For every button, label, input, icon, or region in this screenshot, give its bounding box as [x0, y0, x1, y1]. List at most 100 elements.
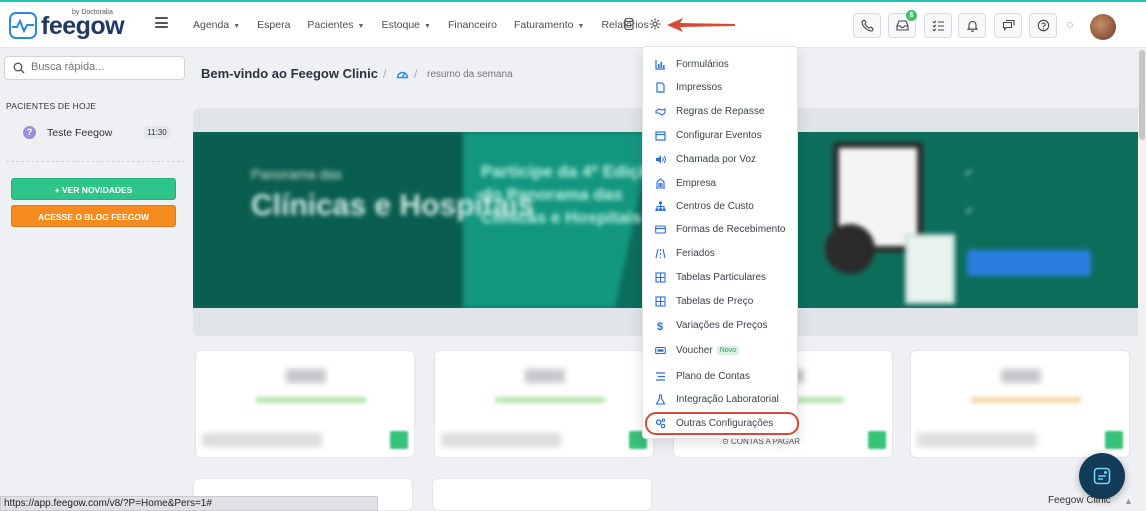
red-arrow-annotation: [667, 18, 735, 32]
banner-decoration: [825, 224, 875, 274]
status-dot-icon: [1067, 22, 1073, 28]
gear-icon[interactable]: [648, 17, 662, 31]
money-badge: $: [906, 10, 917, 21]
menu-item-formas-recebimento[interactable]: Formas de Recebimento: [655, 221, 786, 237]
help-icon: [1037, 19, 1049, 32]
chart-icon: [655, 59, 665, 70]
document-icon: [656, 81, 665, 93]
list-icon: [656, 371, 665, 381]
nav-item-espera[interactable]: Espera: [257, 19, 290, 31]
nav-item-faturamento[interactable]: Faturamento ▼: [514, 19, 584, 31]
caret-down-icon: ▼: [357, 23, 365, 30]
menu-item-feriados[interactable]: Feriados: [655, 245, 715, 261]
quick-search: [4, 56, 185, 80]
top-bar: by Doctoralia feegow Agenda ▼ Espera Paci…: [0, 2, 1146, 48]
feegow-logo[interactable]: by Doctoralia feegow: [9, 9, 125, 41]
svg-text:$: $: [657, 321, 663, 331]
pulse-logo-icon: [9, 12, 37, 39]
summary-card[interactable]: [910, 350, 1130, 458]
chat-icon: [1002, 19, 1015, 31]
chat-button[interactable]: [994, 13, 1022, 38]
breadcrumb-separator: /: [383, 67, 387, 81]
caret-down-icon: ▼: [577, 23, 585, 30]
main-nav: Agenda ▼ Espera Pacientes ▼ Estoque ▼ Finan…: [193, 19, 666, 31]
nav-item-pacientes[interactable]: Pacientes ▼: [307, 19, 364, 31]
search-icon: [13, 62, 25, 74]
calendar-icon: [655, 130, 666, 141]
quick-search-input[interactable]: [31, 61, 181, 73]
user-avatar[interactable]: [1090, 14, 1116, 40]
help-button[interactable]: [1029, 13, 1057, 38]
summary-card[interactable]: [434, 350, 654, 458]
menu-item-regras-repasse[interactable]: Regras de Repasse: [655, 103, 764, 119]
menu-item-tabelas-preco[interactable]: Tabelas de Preço: [655, 293, 753, 309]
phone-icon: [860, 19, 874, 32]
chat-fab-button[interactable]: [1079, 453, 1125, 499]
table-icon: [655, 271, 666, 283]
menu-item-tabelas-particulares[interactable]: Tabelas Particulares: [655, 269, 766, 285]
ticket-icon: [655, 346, 666, 354]
logo-text: feegow: [41, 12, 125, 40]
browser-status-bar: https://app.feegow.com/v8/?P=Home&Pers=1…: [0, 496, 378, 511]
page-title: Bem-vindo ao Feegow Clinic: [201, 66, 378, 81]
ver-novidades-button[interactable]: + VER NOVIDADES: [11, 178, 176, 200]
menu-item-formularios[interactable]: Formulários: [655, 56, 729, 72]
card-icon: [655, 224, 666, 234]
menu-item-plano-contas[interactable]: Plano de Contas: [655, 368, 750, 384]
menu-item-chamada-voz[interactable]: Chamada por Voz: [655, 151, 756, 167]
bell-icon: [966, 20, 978, 32]
patient-time: 11:30: [144, 126, 170, 139]
nav-item-financeiro[interactable]: Financeiro: [448, 19, 497, 31]
tasks-button[interactable]: [924, 13, 952, 38]
nav-item-estoque[interactable]: Estoque ▼: [381, 19, 430, 31]
dollar-icon: $: [657, 321, 663, 331]
footer-brand: Feegow Clinic: [1048, 495, 1111, 506]
check-icon: ✔: [965, 168, 974, 179]
inbox-icon: [895, 20, 909, 31]
menu-item-centros-custo[interactable]: Centros de Custo: [655, 198, 754, 214]
chat-bubble-icon: [1093, 467, 1111, 485]
sidebar: PACIENTES DE HOJE ? Teste Feegow 11:30 +…: [0, 48, 185, 511]
menu-item-integracao-laboratorial[interactable]: Integração Laboratorial: [655, 391, 779, 407]
menu-item-voucher[interactable]: Voucher Novo: [655, 342, 740, 358]
road-icon: [655, 248, 666, 258]
hamburger-menu-icon[interactable]: [155, 17, 168, 28]
question-icon: ?: [23, 126, 36, 139]
summary-card[interactable]: [432, 478, 652, 511]
menu-item-empresa[interactable]: Empresa: [655, 175, 716, 191]
banner-brand: Panorama das: [251, 166, 343, 182]
patient-name: Teste Feegow: [47, 127, 113, 139]
summary-card[interactable]: [195, 350, 415, 458]
settings-dropdown-menu: Formulários Impressos Regras de Repasse …: [642, 46, 798, 439]
phone-button[interactable]: [853, 13, 881, 38]
breadcrumb-separator: /: [414, 67, 418, 81]
menu-item-variacoes-precos[interactable]: $ Variações de Preços: [655, 317, 768, 333]
dashboard-gauge-icon: [396, 71, 409, 79]
database-icon[interactable]: [624, 18, 634, 30]
check-icon: ✔: [965, 206, 974, 217]
handshake-icon: [655, 107, 666, 116]
blog-feegow-button[interactable]: ACESSE O BLOG FEEGOW: [11, 205, 176, 227]
nav-item-agenda[interactable]: Agenda ▼: [193, 19, 240, 31]
scroll-up-icon[interactable]: ▲: [1124, 496, 1134, 508]
sidebar-divider: [6, 161, 185, 162]
caret-down-icon: ▼: [424, 23, 431, 30]
patient-item[interactable]: ? Teste Feegow 11:30: [23, 125, 173, 141]
checklist-icon: [932, 20, 944, 32]
menu-item-configurar-eventos[interactable]: Configurar Eventos: [655, 127, 762, 143]
table-icon: [655, 295, 666, 307]
flask-icon: [655, 393, 666, 405]
building-icon: [656, 177, 665, 189]
sitemap-icon: [655, 201, 666, 211]
menu-item-impressos[interactable]: Impressos: [655, 79, 722, 95]
breadcrumb-current: resumo da semana: [427, 69, 513, 80]
speaker-icon: [656, 155, 666, 163]
banner-clipboard-image: [905, 234, 955, 304]
scrollbar-thumb[interactable]: [1139, 50, 1145, 140]
notifications-button[interactable]: [958, 13, 986, 38]
banner-participate-button[interactable]: [967, 250, 1091, 276]
highlight-annotation: [645, 412, 799, 435]
novo-badge: Novo: [716, 345, 740, 355]
caret-down-icon: ▼: [233, 23, 241, 30]
patients-today-label: PACIENTES DE HOJE: [6, 101, 97, 111]
